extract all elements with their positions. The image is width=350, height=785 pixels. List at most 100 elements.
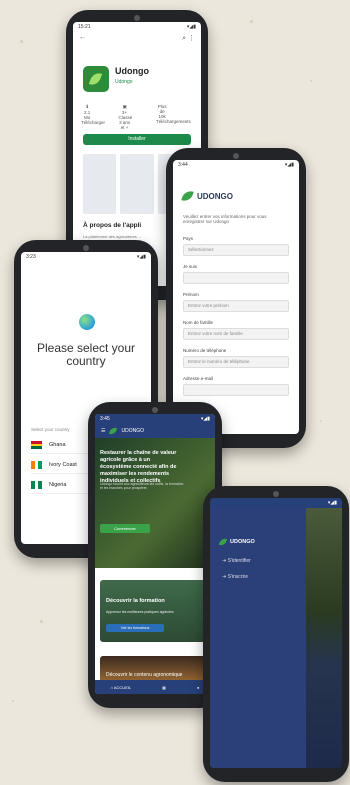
ghana-flag-icon bbox=[31, 441, 42, 450]
background-speckle bbox=[310, 80, 312, 82]
phone-input[interactable]: Entrez le numéro de téléphone bbox=[183, 356, 289, 368]
stat-value: 2.1 Mo bbox=[83, 110, 91, 120]
battery-icon: ▾◢▮ bbox=[186, 24, 196, 30]
phone-home: 3:45 ▾◢▮ ☰ UDONGO Restaurer la chaîne de … bbox=[88, 402, 222, 708]
home-appbar: ☰ UDONGO bbox=[95, 424, 215, 438]
background-speckle bbox=[20, 40, 23, 43]
phone-field: Numéro de téléphone Entrez le numéro de t… bbox=[183, 348, 289, 368]
background-speckle bbox=[320, 420, 322, 422]
stat-size: ⬇ 2.1 Mo Télécharger bbox=[81, 104, 118, 130]
start-button[interactable]: Commencer bbox=[100, 524, 150, 533]
status-time: 3:45 bbox=[100, 416, 110, 422]
select-country-label: Select your country bbox=[31, 427, 70, 432]
field-label: Prénom bbox=[183, 292, 199, 297]
status-bar: 3:23 ▾◢▮ bbox=[21, 252, 151, 262]
nigeria-flag-icon bbox=[31, 481, 43, 489]
nav-profile-icon[interactable]: ● bbox=[197, 685, 199, 690]
hero-subtitle: Udongo fournit aux agriculteurs les outi… bbox=[100, 482, 184, 490]
drawer-logo: UDONGO bbox=[218, 537, 255, 547]
leaf-icon bbox=[181, 188, 194, 204]
app-developer-link[interactable]: Udongo bbox=[115, 79, 133, 85]
brand-name: UDONGO bbox=[121, 428, 144, 434]
country-field: Pays Sélectionnez bbox=[183, 236, 289, 256]
registration-screen: 3:44 ▾◢▮ UDONGO Veuillez entrer vos infor… bbox=[173, 160, 299, 434]
login-icon: ⇥ bbox=[222, 558, 227, 564]
status-bar: 15:21 ▾◢▮ bbox=[73, 22, 201, 32]
field-label: Adresse e-mail bbox=[183, 376, 214, 381]
training-card[interactable]: Découvrir la formation Apprenez les meil… bbox=[100, 580, 210, 642]
more-icon[interactable]: ⋮ bbox=[188, 35, 195, 42]
nav-home[interactable]: ⌂ ACCUEIL bbox=[111, 685, 132, 690]
select-country-title: Please select your country bbox=[36, 341, 136, 368]
nav-home-label: ACCUEIL bbox=[113, 684, 132, 690]
status-time: 3:44 bbox=[178, 162, 188, 168]
status-bar: ▾◢▮ bbox=[210, 498, 342, 508]
globe-icon bbox=[79, 314, 95, 330]
stat-rating: ▣ 3+ Classé 3 ans et + bbox=[119, 104, 156, 130]
email-input[interactable] bbox=[183, 384, 289, 396]
nav-calendar-icon[interactable]: ▦ bbox=[162, 685, 166, 690]
app-icon bbox=[83, 66, 109, 92]
screenshot-thumb[interactable] bbox=[120, 154, 154, 214]
brand-name: UDONGO bbox=[230, 539, 255, 545]
firstname-input[interactable]: Entrez votre prénom bbox=[183, 300, 289, 312]
menu-icon[interactable]: ☰ bbox=[101, 428, 105, 434]
field-label: Nom de famille bbox=[183, 320, 214, 325]
agronomy-card-title: Découvrir le contenu agronomique bbox=[106, 672, 183, 678]
about-app-description: La plateforme des agriculteurs ... bbox=[83, 234, 142, 239]
view-training-button[interactable]: Voir les formations bbox=[106, 624, 164, 632]
field-label: Numéro de téléphone bbox=[183, 348, 227, 353]
search-icon[interactable]: ⌕ bbox=[182, 35, 186, 42]
lastname-input[interactable]: Entrez votre nom de famille bbox=[183, 328, 289, 340]
home-icon: ⌂ bbox=[110, 684, 113, 690]
stat-label: Classé 3 ans et + bbox=[118, 115, 133, 130]
role-field: Je suis bbox=[183, 264, 289, 284]
stat-label: Téléchargements bbox=[156, 119, 191, 124]
background-speckle bbox=[12, 700, 14, 702]
camera bbox=[233, 153, 239, 159]
phone-drawer: ▾◢▮ UDONGO ⇥ S'identifier ⇥ S'inscrire bbox=[203, 486, 349, 782]
status-time: 3:23 bbox=[26, 254, 36, 260]
drawer-item-signup[interactable]: ⇥ S'inscrire bbox=[222, 574, 248, 580]
home-screen: 3:45 ▾◢▮ ☰ UDONGO Restaurer la chaîne de … bbox=[95, 414, 215, 694]
stat-value: Plus de 10k bbox=[157, 104, 167, 119]
training-card-title: Découvrir la formation bbox=[106, 598, 165, 604]
status-bar: 3:45 ▾◢▮ bbox=[95, 414, 215, 424]
ivory-coast-flag-icon bbox=[31, 461, 43, 469]
leaf-icon bbox=[218, 537, 228, 547]
stat-label: Télécharger bbox=[81, 120, 106, 125]
about-app-heading[interactable]: À propos de l'appli bbox=[83, 222, 141, 229]
camera bbox=[134, 15, 140, 21]
hero-title: Restaurer la chaîne de valeur agricole g… bbox=[100, 450, 177, 484]
navigation-drawer: UDONGO ⇥ S'identifier ⇥ S'inscrire bbox=[210, 508, 306, 768]
background-speckle bbox=[40, 620, 43, 623]
lastname-field: Nom de famille Entrez votre nom de famill… bbox=[183, 320, 289, 340]
brand-name: UDONGO bbox=[197, 191, 233, 201]
battery-icon: ▾◢▮ bbox=[327, 500, 337, 506]
training-card-text: Apprenez les meilleures pratiques agrico… bbox=[106, 610, 174, 614]
country-select[interactable]: Sélectionnez bbox=[183, 244, 289, 256]
country-name: Ivory Coast bbox=[49, 462, 77, 468]
role-select[interactable] bbox=[183, 272, 289, 284]
battery-icon: ▾◢▮ bbox=[284, 162, 294, 168]
background-photo bbox=[306, 508, 342, 768]
drawer-screen: ▾◢▮ UDONGO ⇥ S'identifier ⇥ S'inscrire bbox=[210, 498, 342, 768]
country-name: Nigeria bbox=[49, 482, 67, 488]
drawer-item-login[interactable]: ⇥ S'identifier bbox=[222, 558, 251, 564]
signup-icon: ⇥ bbox=[222, 574, 227, 580]
country-name: Ghana bbox=[49, 442, 66, 448]
playstore-topbar: ← ⌕ ⋮ bbox=[73, 32, 201, 45]
status-bar: 3:44 ▾◢▮ bbox=[173, 160, 299, 170]
email-field: Adresse e-mail bbox=[183, 376, 289, 396]
install-button[interactable]: Installer bbox=[83, 134, 191, 145]
app-stats: ⬇ 2.1 Mo Télécharger ▣ 3+ Classé 3 ans et + … bbox=[81, 104, 193, 130]
screenshot-thumb[interactable] bbox=[83, 154, 117, 214]
back-arrow-icon[interactable]: ← bbox=[79, 34, 86, 43]
battery-icon: ▾◢▮ bbox=[200, 416, 210, 422]
leaf-icon bbox=[109, 426, 118, 436]
battery-icon: ▾◢▮ bbox=[136, 254, 146, 260]
background-speckle bbox=[250, 20, 253, 23]
udongo-logo: UDONGO bbox=[181, 188, 233, 204]
drawer-item-label: S'identifier bbox=[227, 558, 251, 564]
firstname-field: Prénom Entrez votre prénom bbox=[183, 292, 289, 312]
